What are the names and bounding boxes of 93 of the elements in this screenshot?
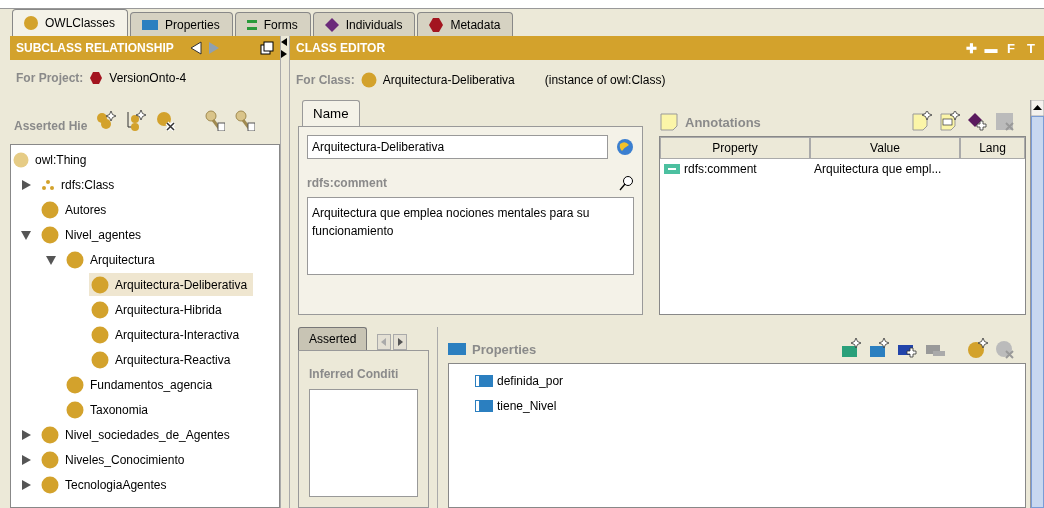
add-restriction-icon[interactable] <box>966 338 988 360</box>
scrollbar[interactable] <box>1030 100 1044 508</box>
tree-item[interactable]: Taxonomia <box>64 398 155 421</box>
class-name: Arquitectura-Deliberativa <box>382 73 515 87</box>
tree-item[interactable]: Nivel_agentes <box>39 223 148 246</box>
class-icon <box>23 15 39 31</box>
class-icon <box>91 325 109 344</box>
tab[interactable]: OWLClasses <box>12 9 128 36</box>
splitter-arrows-icon[interactable] <box>281 38 287 60</box>
class-icon <box>66 250 84 269</box>
hexagon-icon <box>89 71 104 85</box>
tree-item[interactable]: rdfs:Class <box>39 173 121 196</box>
conditions-title: Inferred Conditi <box>309 367 400 381</box>
tree-item[interactable]: Arquitectura-Hibrida <box>89 298 228 321</box>
diamond-icon <box>323 16 340 33</box>
expand-arrow-icon[interactable] <box>21 479 31 490</box>
class-icon <box>360 72 377 88</box>
class-icon <box>41 425 59 444</box>
expand-arrow-icon[interactable] <box>21 429 31 440</box>
key-icon[interactable] <box>233 109 256 131</box>
properties-title: Properties <box>472 341 538 357</box>
project-label: For Project: <box>16 71 84 85</box>
search-icon[interactable] <box>618 175 634 191</box>
window-icon[interactable] <box>260 41 274 55</box>
property-item[interactable]: tiene_Nivel <box>475 393 999 418</box>
class-icon <box>41 475 59 494</box>
table-cell: rdfs:comment <box>660 162 810 176</box>
class-icon <box>41 200 59 219</box>
add-diamond-icon[interactable] <box>966 111 988 133</box>
back-arrow-icon[interactable] <box>190 41 202 55</box>
property-item[interactable]: definida_por <box>475 368 999 393</box>
hexagon-icon <box>428 16 445 33</box>
tab[interactable]: Metadata <box>417 12 514 36</box>
add-sibling-icon[interactable] <box>125 109 148 131</box>
property-icon <box>141 18 159 31</box>
globe-icon[interactable] <box>616 138 634 156</box>
add-note-icon[interactable] <box>938 111 960 133</box>
tab[interactable]: Asserted <box>298 327 368 350</box>
tree-item[interactable]: Arquitectura-Deliberativa <box>89 273 254 296</box>
tab[interactable]: Forms <box>234 12 311 36</box>
add-property-icon[interactable] <box>840 338 862 360</box>
class-icon <box>66 375 84 394</box>
add-subclass-icon[interactable] <box>95 110 118 130</box>
property-icon <box>448 343 466 355</box>
name-field[interactable]: Arquitectura-Deliberativa <box>307 135 608 159</box>
tab[interactable]: Name <box>302 100 360 126</box>
class-type: (instance of owl:Class) <box>544 73 666 87</box>
tab[interactable]: Properties <box>130 12 233 36</box>
column-header[interactable]: Lang <box>960 137 1025 159</box>
tree-item[interactable]: TecnologiaAgentes <box>39 473 173 496</box>
scroll-up-icon[interactable] <box>1031 100 1044 116</box>
class-label: For Class: <box>296 73 355 87</box>
property-icon <box>475 399 493 412</box>
dots-icon <box>41 177 55 192</box>
class-icon <box>13 151 29 168</box>
panel-header: CLASS EDITOR ✚ ▬ F T <box>290 36 1044 60</box>
add-note-icon[interactable] <box>910 111 932 133</box>
tree-label: Asserted Hie <box>14 119 88 133</box>
note-icon <box>659 112 679 132</box>
form-icon <box>245 17 258 32</box>
class-icon <box>91 300 109 319</box>
tree-item[interactable]: owl:Thing <box>11 148 93 171</box>
annotations-title: Annotations <box>685 114 762 130</box>
annotation-property-icon <box>664 164 680 174</box>
property-icon <box>475 374 493 387</box>
expand-arrow-icon[interactable] <box>21 179 31 190</box>
scroll-right-icon[interactable] <box>393 334 408 350</box>
class-icon <box>91 350 109 369</box>
tree-item[interactable]: Arquitectura <box>64 248 161 271</box>
tree-item[interactable]: Fundamentos_agencia <box>64 373 219 396</box>
project-name: VersionOnto-4 <box>109 71 187 85</box>
tree-item[interactable]: Autores <box>39 198 113 221</box>
table-cell-text: Arquitectura que empl... <box>813 162 943 176</box>
class-icon <box>91 275 109 294</box>
comment-field[interactable]: Arquitectura que emplea nociones mentales para su funcionamiento <box>307 197 634 275</box>
tree-item[interactable]: Arquitectura-Interactiva <box>89 323 246 346</box>
panel-header: SUBCLASS RELATIONSHIP <box>10 36 280 60</box>
column-header[interactable]: Property <box>660 137 810 159</box>
class-icon <box>66 400 84 419</box>
comment-label: rdfs:comment <box>307 176 387 190</box>
collapse-arrow-icon[interactable] <box>21 229 31 240</box>
tree-item[interactable]: Niveles_Conocimiento <box>39 448 191 471</box>
tree-item[interactable]: Nivel_sociedades_de_Agentes <box>39 423 236 446</box>
delete-class-icon[interactable] <box>155 109 178 131</box>
tree-item[interactable]: Arquitectura-Reactiva <box>89 348 237 371</box>
expand-arrow-icon[interactable] <box>21 454 31 465</box>
collapse-arrow-icon[interactable] <box>46 254 56 265</box>
class-icon <box>41 450 59 469</box>
column-header[interactable]: Value <box>810 137 960 159</box>
key-icon[interactable] <box>203 109 226 131</box>
add-property-icon[interactable] <box>868 338 890 360</box>
tab[interactable]: Individuals <box>312 12 416 36</box>
class-icon <box>41 225 59 244</box>
